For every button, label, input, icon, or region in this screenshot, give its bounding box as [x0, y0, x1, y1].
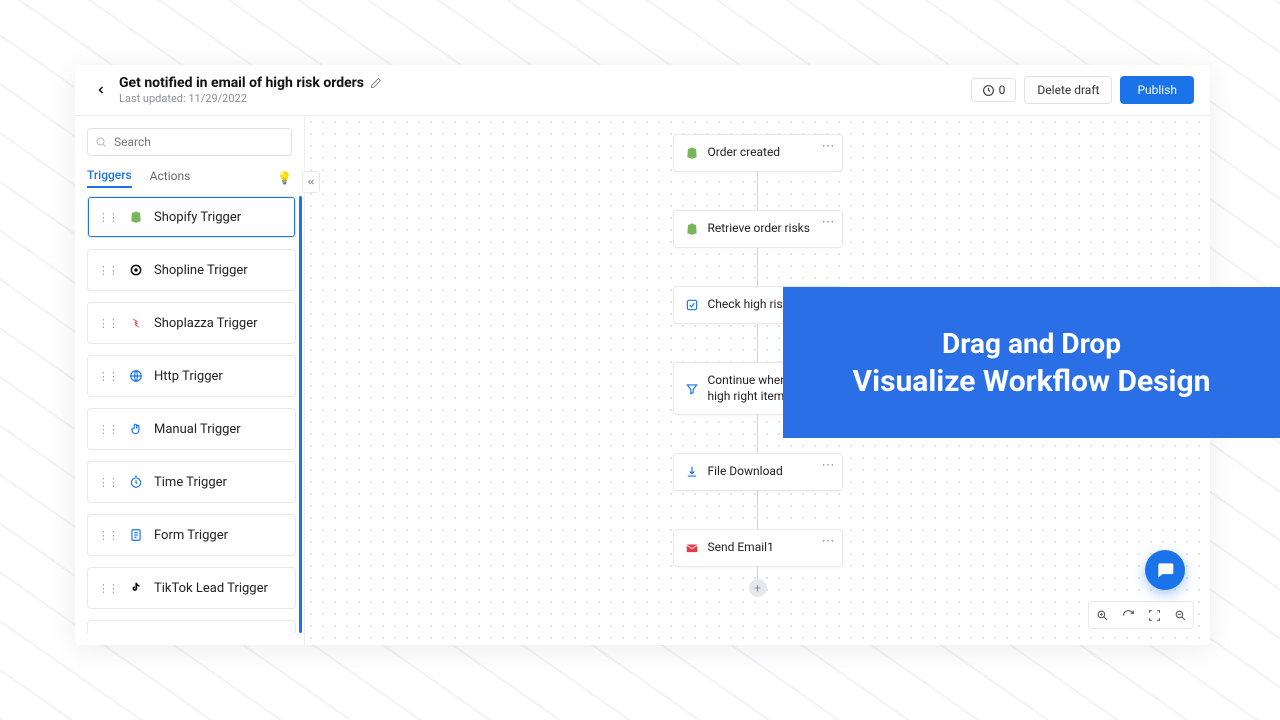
- trigger-label: Shopify Trigger: [154, 210, 241, 225]
- publish-button[interactable]: Publish: [1120, 76, 1194, 104]
- chevron-left-icon: [95, 84, 107, 96]
- trigger-list[interactable]: ⋮⋮ Shopify Trigger⋮⋮ Shopline Trigger⋮⋮ …: [87, 196, 304, 633]
- chat-icon: [1155, 560, 1175, 580]
- drag-handle-icon[interactable]: ⋮⋮: [98, 264, 118, 277]
- trigger-item[interactable]: ⋮⋮ Form Trigger: [87, 514, 296, 556]
- delete-draft-button[interactable]: Delete draft: [1024, 76, 1112, 104]
- trigger-item[interactable]: ⋮⋮ Time Trigger: [87, 461, 296, 503]
- shopify-icon: [684, 221, 700, 237]
- workflow-node[interactable]: Send Email1 ⋯: [673, 529, 843, 567]
- trigger-label: TikTok Lead Trigger: [154, 581, 268, 596]
- workflow-node[interactable]: Retrieve order risks ⋯: [673, 210, 843, 248]
- trigger-item[interactable]: ⋮⋮ Shoplazza Trigger: [87, 302, 296, 344]
- node-label: Send Email1: [708, 540, 774, 556]
- drag-handle-icon[interactable]: ⋮⋮: [98, 423, 118, 436]
- overlay-line-1: Drag and Drop: [942, 327, 1121, 360]
- node-label: Order created: [708, 145, 781, 161]
- connector: [757, 248, 758, 286]
- back-button[interactable]: [91, 80, 111, 100]
- chat-fab[interactable]: [1145, 550, 1185, 590]
- trigger-item[interactable]: ⋮⋮ Shopify Trigger: [87, 196, 296, 238]
- drag-handle-icon[interactable]: ⋮⋮: [98, 582, 118, 595]
- overlay-line-2: Visualize Workflow Design: [853, 364, 1211, 399]
- trigger-item[interactable]: ⋮⋮ Manual Trigger: [87, 408, 296, 450]
- node-menu-button[interactable]: ⋯: [822, 215, 836, 230]
- zoom-out-button[interactable]: [1167, 602, 1193, 628]
- trigger-label: Shoplazza Trigger: [154, 316, 258, 331]
- chevron-left-double-icon: [306, 177, 316, 187]
- form-icon: [128, 527, 144, 543]
- manual-icon: [128, 421, 144, 437]
- shopline-icon: [128, 262, 144, 278]
- search-icon: [95, 136, 107, 148]
- trigger-item[interactable]: ⋮⋮ Shippo Trigger: [87, 620, 296, 633]
- refresh-button[interactable]: [1115, 602, 1141, 628]
- drag-handle-icon[interactable]: ⋮⋮: [98, 529, 118, 542]
- promo-overlay: Drag and Drop Visualize Workflow Design: [783, 287, 1280, 438]
- trigger-label: Shopline Trigger: [154, 263, 248, 278]
- tab-triggers[interactable]: Triggers: [87, 168, 132, 188]
- trigger-item[interactable]: ⋮⋮ TikTok Lead Trigger: [87, 567, 296, 609]
- node-menu-button[interactable]: ⋯: [822, 139, 836, 154]
- connector: [757, 491, 758, 529]
- connector: [757, 324, 758, 362]
- edit-title-button[interactable]: [370, 77, 382, 89]
- trigger-item[interactable]: ⋮⋮ Http Trigger: [87, 355, 296, 397]
- clock-icon: [982, 84, 995, 97]
- workflow-node[interactable]: File Download ⋯: [673, 453, 843, 491]
- drag-handle-icon[interactable]: ⋮⋮: [98, 476, 118, 489]
- node-label: File Download: [708, 464, 783, 480]
- drag-handle-icon[interactable]: ⋮⋮: [98, 211, 118, 224]
- node-label: Retrieve order risks: [708, 221, 810, 237]
- drag-handle-icon[interactable]: ⋮⋮: [98, 370, 118, 383]
- trigger-item[interactable]: ⋮⋮ Shopline Trigger: [87, 249, 296, 291]
- time-icon: [128, 474, 144, 490]
- email-icon: [684, 540, 700, 556]
- download-icon: [684, 464, 700, 480]
- connector: [757, 415, 758, 453]
- run-count-pill[interactable]: 0: [971, 78, 1017, 102]
- node-menu-button[interactable]: ⋯: [822, 534, 836, 549]
- collapse-sidebar-button[interactable]: [302, 171, 320, 193]
- filter-icon: [684, 381, 700, 397]
- connector: [757, 172, 758, 210]
- page-title: Get notified in email of high risk order…: [119, 75, 364, 91]
- workflow-node[interactable]: Order created ⋯: [673, 134, 843, 172]
- sidebar-tabs: Triggers Actions 💡: [87, 168, 304, 188]
- trigger-label: Form Trigger: [154, 528, 228, 543]
- shopify-icon: [128, 209, 144, 225]
- zoom-in-icon: [1096, 609, 1109, 622]
- shoplazza-icon: [128, 315, 144, 331]
- search-input[interactable]: [87, 128, 292, 156]
- trigger-label: Manual Trigger: [154, 422, 241, 437]
- shopify-icon: [684, 145, 700, 161]
- last-updated: Last updated: 11/29/2022: [119, 92, 382, 105]
- node-menu-button[interactable]: ⋯: [822, 458, 836, 473]
- hint-button[interactable]: 💡: [277, 171, 292, 185]
- http-icon: [128, 368, 144, 384]
- run-count: 0: [999, 83, 1006, 97]
- node-label: Check high risk: [708, 297, 789, 313]
- fit-button[interactable]: [1141, 602, 1167, 628]
- zoom-in-button[interactable]: [1089, 602, 1115, 628]
- sidebar: Triggers Actions 💡 ⋮⋮ Shopify Trigger⋮⋮ …: [75, 116, 305, 645]
- pencil-icon: [370, 77, 382, 89]
- top-bar: Get notified in email of high risk order…: [75, 65, 1210, 116]
- check-icon: [684, 297, 700, 313]
- tiktok-icon: [128, 580, 144, 596]
- add-node-button[interactable]: +: [749, 579, 767, 597]
- drag-handle-icon[interactable]: ⋮⋮: [98, 317, 118, 330]
- scrollbar[interactable]: [299, 196, 302, 633]
- search-wrapper: [87, 128, 292, 156]
- refresh-icon: [1122, 609, 1135, 622]
- tab-actions[interactable]: Actions: [150, 169, 191, 187]
- trigger-label: Time Trigger: [154, 475, 227, 490]
- trigger-label: Http Trigger: [154, 369, 223, 384]
- zoom-out-icon: [1174, 609, 1187, 622]
- fit-icon: [1148, 609, 1161, 622]
- zoom-controls: [1088, 601, 1194, 629]
